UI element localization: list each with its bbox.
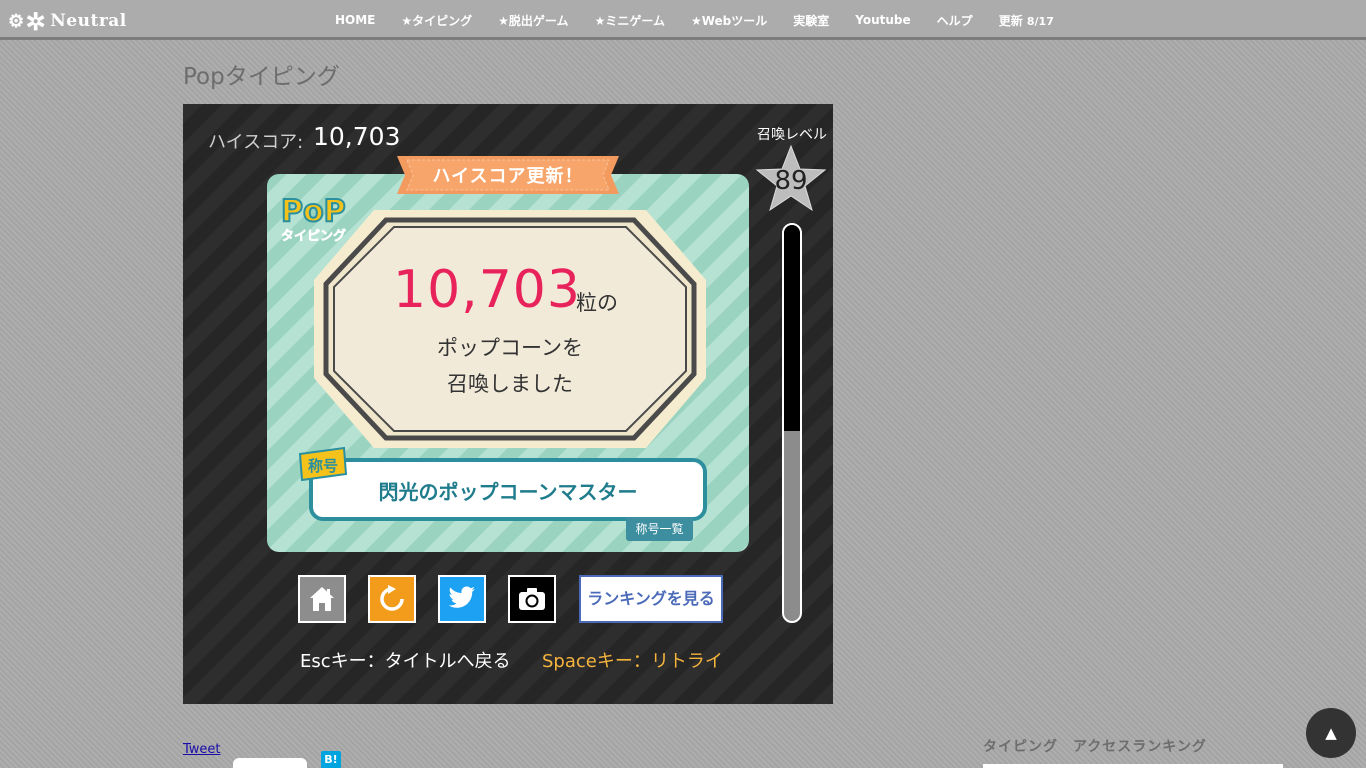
title-tag-badge: 称号 bbox=[298, 446, 348, 482]
summon-level-label: 召喚レベル bbox=[757, 127, 827, 143]
nav-update[interactable]: 更新 8/17 bbox=[986, 12, 1067, 29]
tweet-button[interactable] bbox=[438, 575, 486, 623]
nav-mini-game[interactable]: ★ミニゲーム bbox=[582, 12, 678, 29]
score-message-line1: ポップコーンを bbox=[437, 336, 583, 360]
score-frame bbox=[314, 210, 706, 448]
access-ranking-box bbox=[983, 764, 1283, 768]
nav-home[interactable]: HOME bbox=[322, 13, 388, 27]
nav-typing[interactable]: ★タイピング bbox=[388, 12, 485, 29]
nav-help[interactable]: ヘルプ bbox=[924, 12, 986, 29]
back-to-top-button[interactable]: ▲ bbox=[1306, 708, 1356, 758]
summon-level-value: 89 bbox=[774, 166, 808, 196]
tweet-link[interactable]: Tweet bbox=[183, 742, 221, 757]
page-title: Popタイピング bbox=[183, 64, 340, 90]
svg-text:称号: 称号 bbox=[308, 457, 338, 475]
game-screen: ハイスコア: 10,703 召喚レベル 89 ハイスコア更新！ PoP タイピン… bbox=[183, 104, 833, 704]
score-value: 10,703 bbox=[393, 260, 581, 320]
main-menu: HOME ★タイピング ★脱出ゲーム ★ミニゲーム ★Webツール 実験室 Yo… bbox=[322, 0, 1067, 40]
twitter-icon bbox=[448, 586, 475, 608]
top-nav: ⚙ ✲ Neutral HOME ★タイピング ★脱出ゲーム ★ミニゲーム ★W… bbox=[0, 0, 1366, 40]
retry-icon bbox=[380, 585, 404, 611]
update-date: 8/17 bbox=[1026, 14, 1054, 28]
view-ranking-button[interactable]: ランキングを見る bbox=[579, 575, 723, 623]
score-unit: 粒の bbox=[576, 291, 618, 315]
nav-escape-game[interactable]: ★脱出ゲーム bbox=[485, 12, 581, 29]
score-message-line2: 召喚しました bbox=[447, 372, 573, 396]
site-logo[interactable]: ⚙ ✲ Neutral bbox=[8, 6, 127, 36]
esc-hint: Escキー：タイトルへ戻る bbox=[300, 651, 511, 672]
access-ranking-heading: タイピング アクセスランキング bbox=[983, 739, 1207, 755]
hatena-bookmark-button[interactable]: B! bbox=[321, 751, 341, 768]
home-button[interactable] bbox=[298, 575, 346, 623]
level-gauge-fill bbox=[784, 225, 800, 431]
level-gauge bbox=[782, 223, 802, 623]
share-counter[interactable] bbox=[233, 758, 307, 768]
gear-icon: ✲ bbox=[25, 6, 47, 36]
hiscore-label: ハイスコア: bbox=[208, 132, 304, 153]
space-hint: Spaceキー：リトライ bbox=[542, 651, 723, 672]
hiscore-value: 10,703 bbox=[313, 122, 401, 151]
retry-button[interactable] bbox=[368, 575, 416, 623]
nav-lab[interactable]: 実験室 bbox=[780, 12, 842, 29]
hiscore-updated-text: ハイスコア更新！ bbox=[432, 166, 584, 187]
title-list-button[interactable]: 称号一覧 bbox=[626, 517, 693, 541]
gear-icon: ⚙ bbox=[8, 10, 25, 32]
update-label: 更新 bbox=[998, 13, 1023, 28]
screenshot-button[interactable] bbox=[508, 575, 556, 623]
nav-web-tools[interactable]: ★Webツール bbox=[678, 12, 780, 29]
camera-icon bbox=[519, 588, 545, 610]
home-icon bbox=[310, 587, 334, 611]
player-title: 閃光のポップコーンマスター bbox=[378, 480, 638, 504]
nav-youtube[interactable]: Youtube bbox=[842, 13, 923, 27]
logo-text: Neutral bbox=[50, 11, 127, 31]
